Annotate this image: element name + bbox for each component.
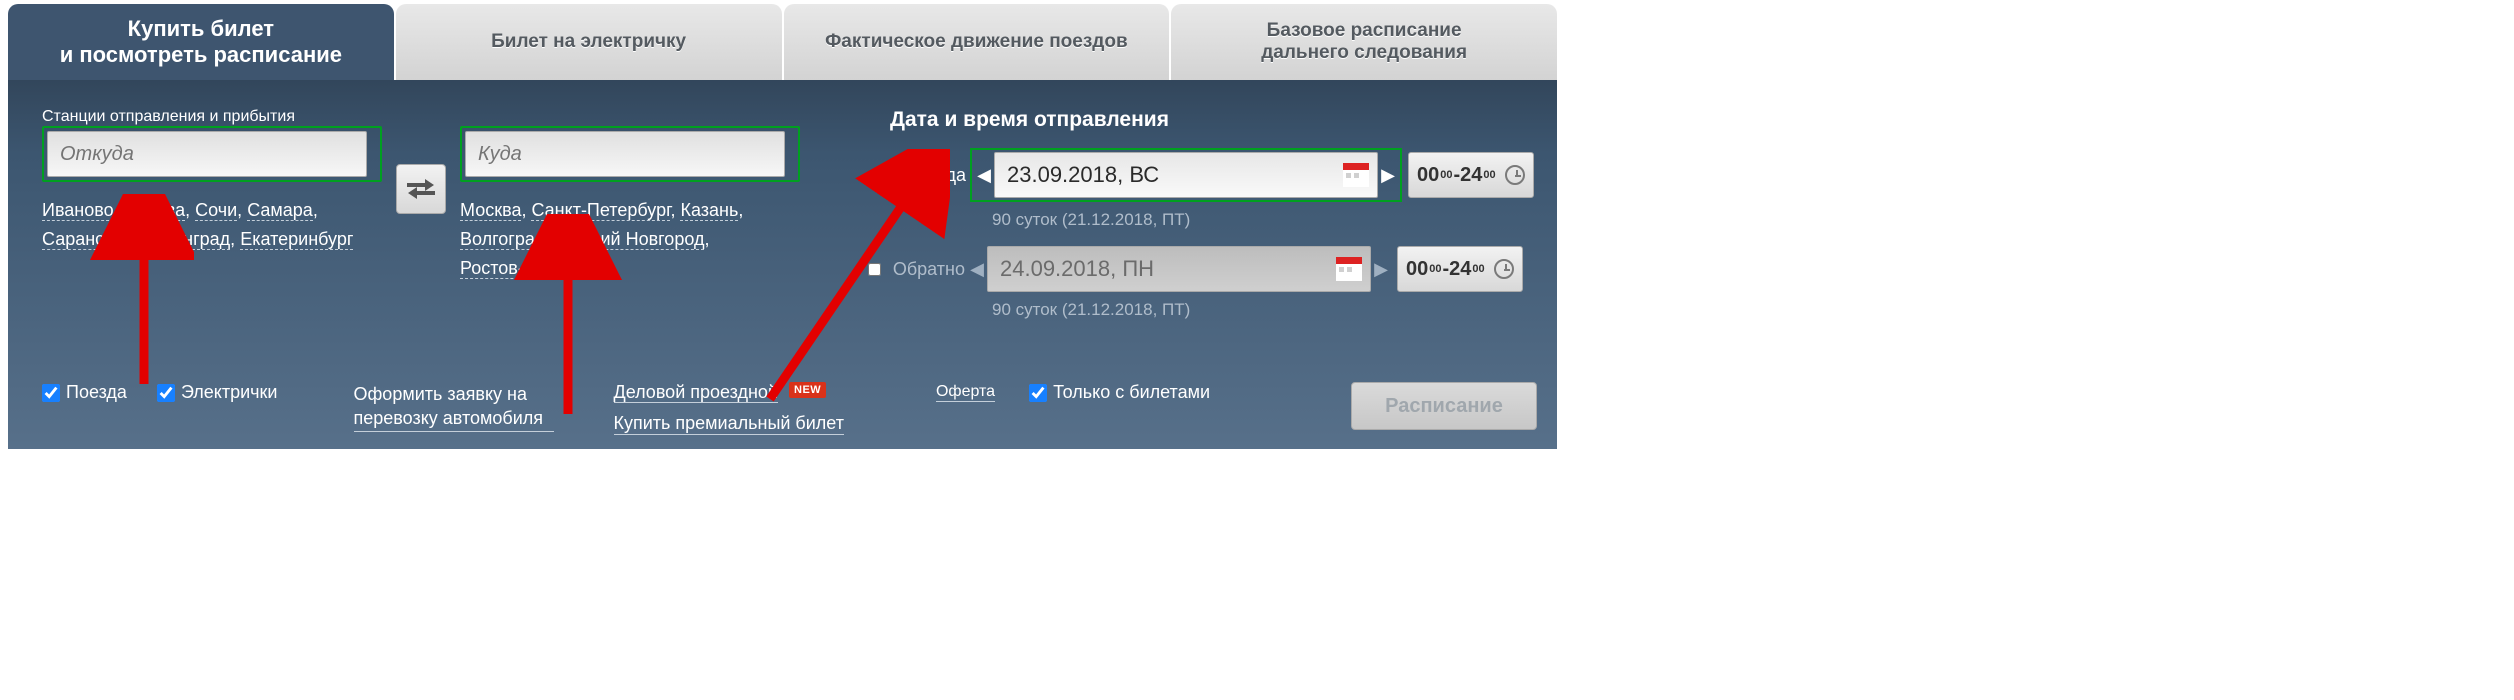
calendar-icon [1343,163,1369,187]
time-sep: - [1454,164,1461,187]
time-to-mm: 00 [1472,263,1484,275]
back-time-range[interactable]: 0000-2400 [1397,246,1523,292]
from-input[interactable] [47,131,367,177]
there-date-value: 23.09.2018, ВС [1007,162,1343,188]
back-date-input[interactable]: 24.09.2018, ПН [987,246,1371,292]
time-from-hh: 00 [1406,258,1428,281]
suggest-city[interactable]: Сочи [195,200,237,221]
datetime-heading: Дата и время отправления [890,108,1534,132]
offer-link[interactable]: Оферта [936,383,995,402]
tab-buy-ticket[interactable]: Купить билет и посмотреть расписание [8,4,394,80]
there-date-prev[interactable]: ◀ [974,152,994,198]
back-date-next[interactable]: ▶ [1371,246,1391,292]
from-suggestions: Иваново, Москва, Сочи, Самара, Саранск, … [42,196,382,254]
clock-icon [1505,165,1525,185]
time-to-hh: 24 [1460,164,1482,187]
suggest-city[interactable]: Иваново [42,200,114,221]
tab-suburban[interactable]: Билет на электричку [396,4,782,80]
time-from-mm: 00 [1429,263,1441,275]
time-from-hh: 00 [1417,164,1439,187]
stations-heading: Станции отправления и прибытия [42,108,800,126]
tab-base-schedule[interactable]: Базовое расписание дальнего следования [1171,4,1557,80]
tab-movement[interactable]: Фактическое движение поездов [784,4,1170,80]
trains-checkbox-input[interactable] [42,384,60,402]
new-badge: NEW [789,382,826,398]
tabs-bar: Купить билет и посмотреть расписание Бил… [8,4,1557,80]
premium-ticket-link[interactable]: Купить премиальный билет [614,413,844,435]
there-time-range[interactable]: 0000-2400 [1408,152,1534,198]
suggest-city[interactable]: Волгоград [460,229,545,250]
suggest-city[interactable]: Саранск [42,229,112,250]
time-sep: - [1443,258,1450,281]
calendar-icon [1336,257,1362,281]
back-label: Обратно [887,259,967,280]
suggest-city[interactable]: Нижний Новгород [555,229,704,250]
to-input[interactable] [465,131,785,177]
tickets-only-checkbox[interactable]: Только с билетами [1029,382,1210,403]
clock-icon [1494,259,1514,279]
time-from-mm: 00 [1440,169,1452,181]
suburban-checkbox[interactable]: Электрички [157,382,278,403]
swap-icon [407,178,435,200]
tickets-only-label: Только с билетами [1053,382,1210,403]
trains-label: Поезда [66,382,127,403]
suggest-city[interactable]: Екатеринбург [240,229,353,250]
there-label: Туда [890,165,970,186]
business-pass-link[interactable]: Деловой проездной [614,382,779,403]
time-to-mm: 00 [1483,169,1495,181]
car-request-link[interactable]: Оформить заявку на перевозку автомобиля [354,382,554,432]
there-sub-date: 90 суток (21.12.2018, ПТ) [992,210,1534,230]
suggest-city[interactable]: Санкт-Петербург [531,200,670,221]
suggest-city[interactable]: Калининград [122,229,230,250]
swap-stations-button[interactable] [396,164,446,214]
suburban-label: Электрички [181,382,278,403]
there-date-next[interactable]: ▶ [1378,152,1398,198]
suggest-city[interactable]: Ростов-На-Дону [460,258,594,279]
schedule-button[interactable]: Расписание [1351,382,1537,430]
suggest-city[interactable]: Москва [124,200,185,221]
suggest-city[interactable]: Москва [460,200,521,221]
back-sub-date: 90 суток (21.12.2018, ПТ) [992,300,1534,320]
suggest-city[interactable]: Казань [680,200,738,221]
to-suggestions: Москва, Санкт-Петербург, Казань, Волгогр… [460,196,800,282]
back-date-prev[interactable]: ◀ [967,246,987,292]
trains-checkbox[interactable]: Поезда [42,382,127,403]
there-date-input[interactable]: 23.09.2018, ВС [994,152,1378,198]
back-date-value: 24.09.2018, ПН [1000,256,1336,282]
suggest-city[interactable]: Самара [247,200,313,221]
suburban-checkbox-input[interactable] [157,384,175,402]
tickets-only-input[interactable] [1029,384,1047,402]
return-checkbox[interactable] [868,263,881,276]
search-panel: Станции отправления и прибытия Иваново, … [8,80,1557,449]
time-to-hh: 24 [1449,258,1471,281]
